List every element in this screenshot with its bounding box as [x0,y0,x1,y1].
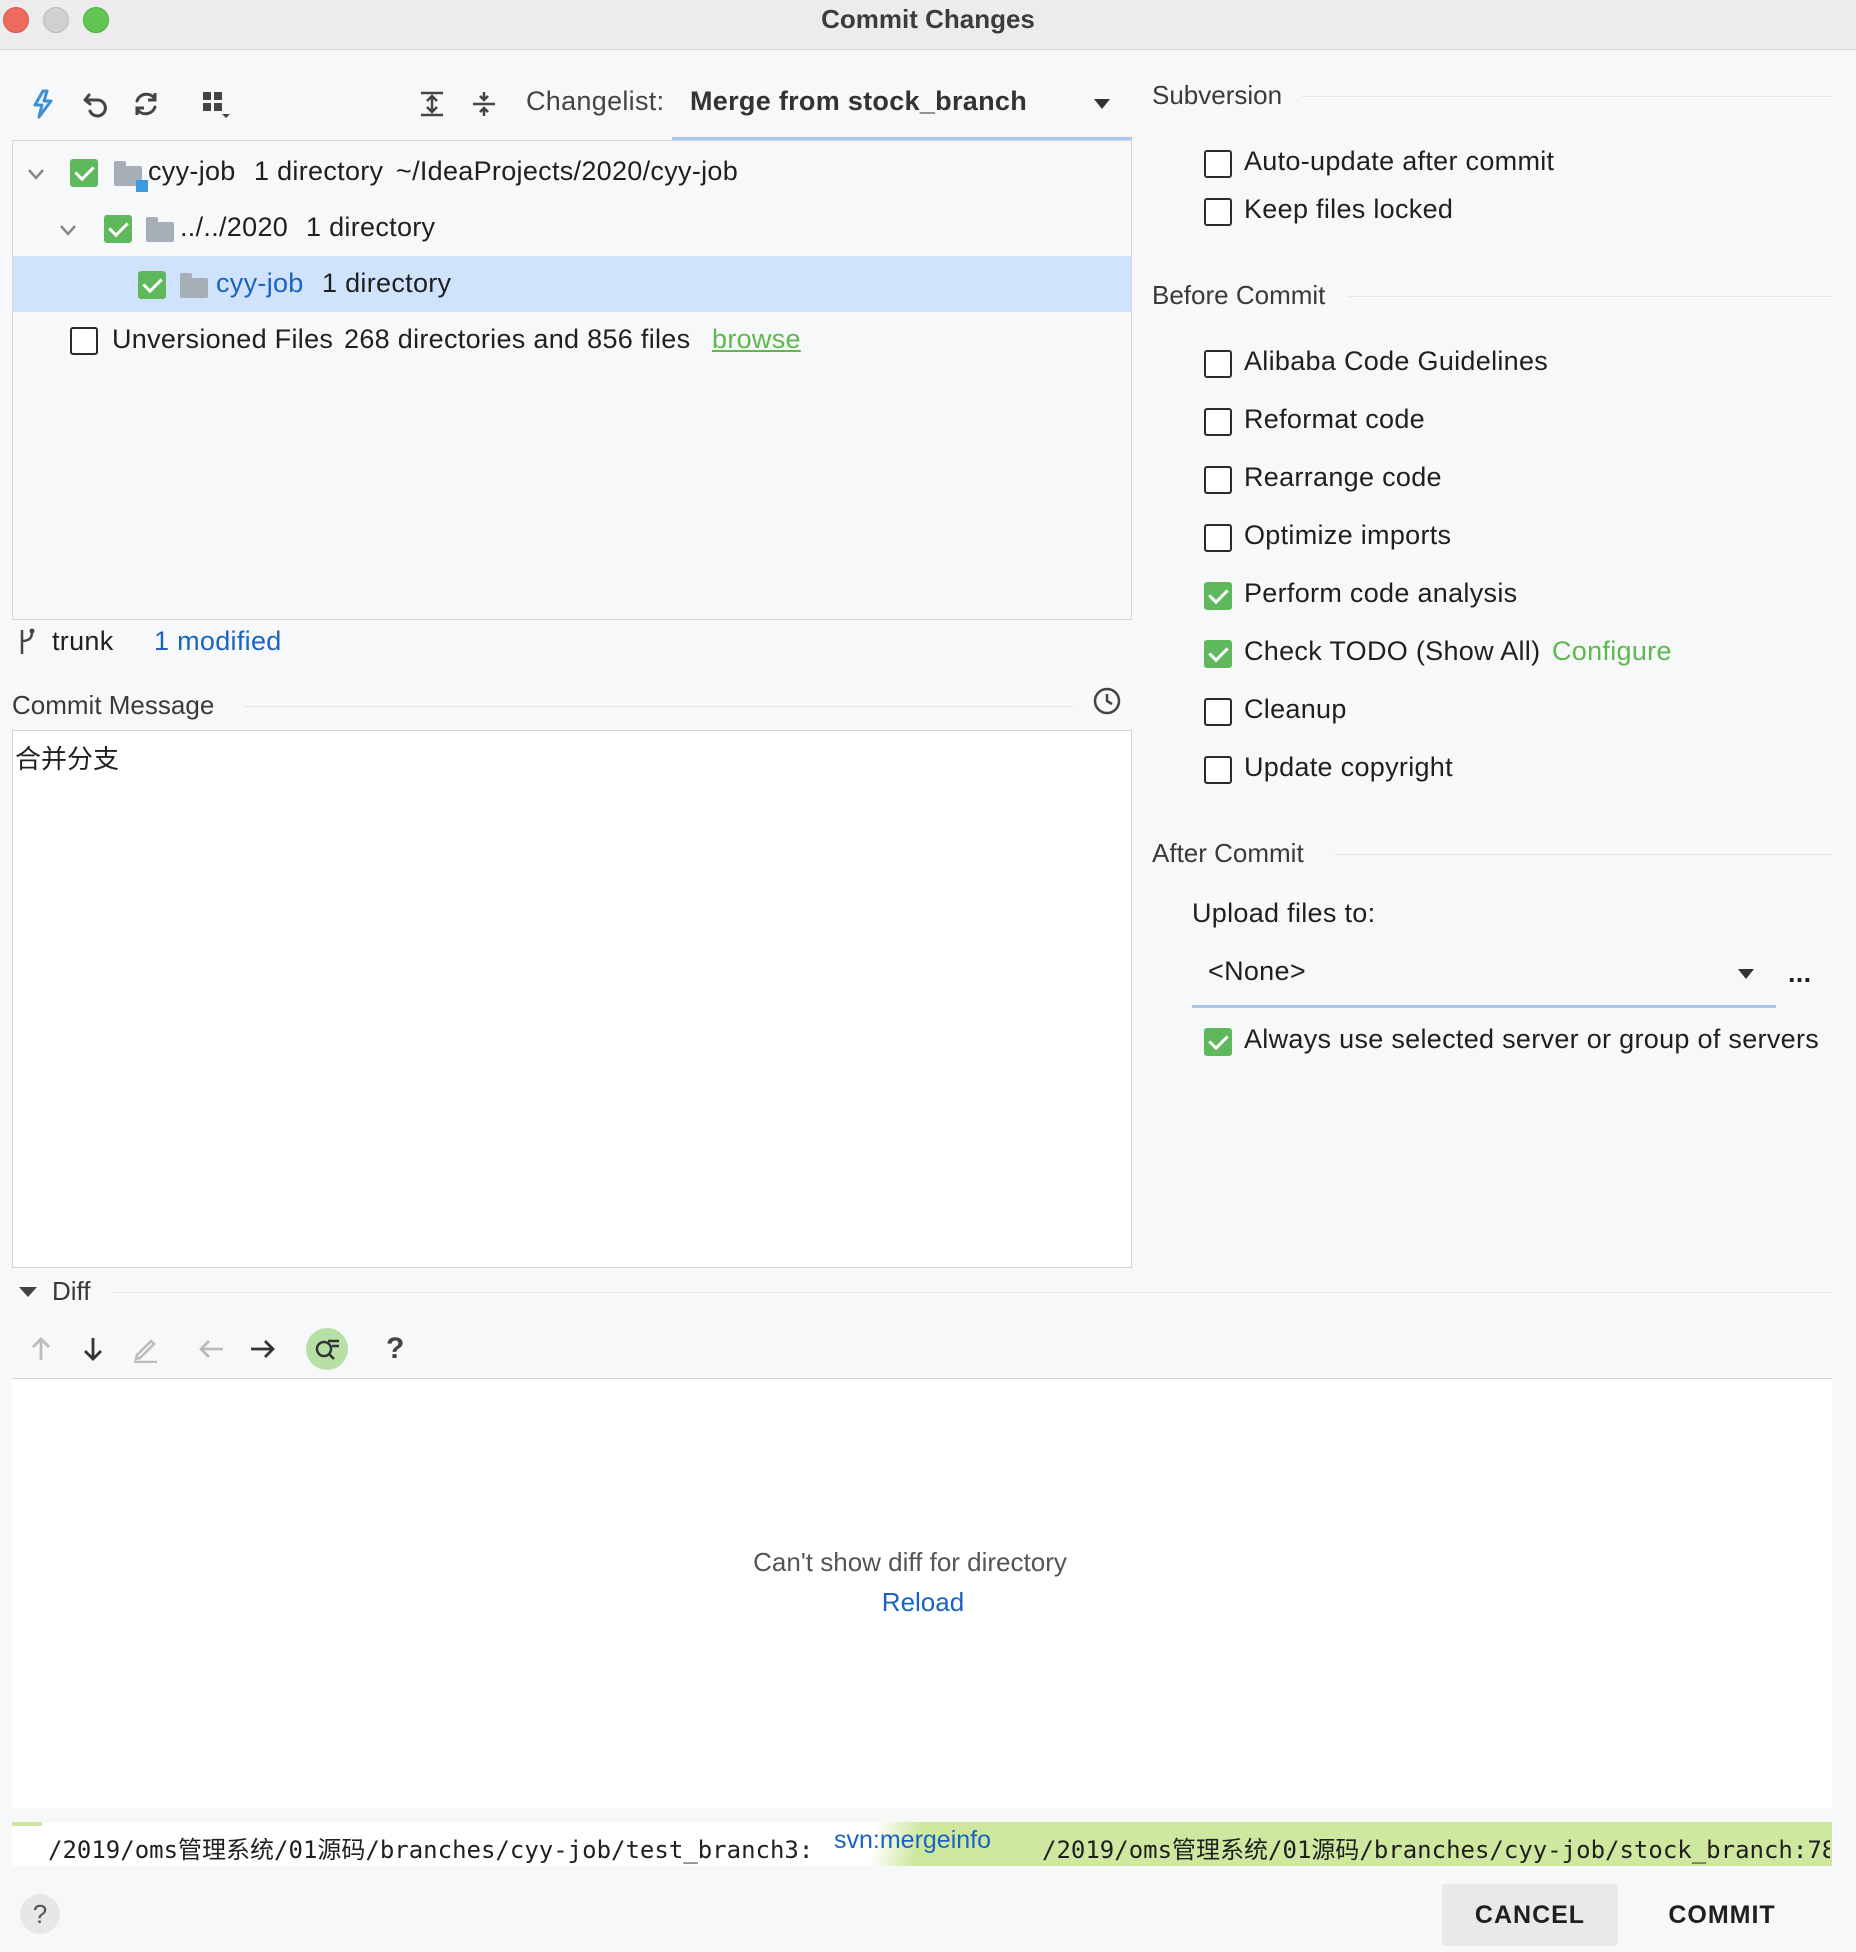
commit-changes-dialog: Commit Changes Changelist: Merge from st… [0,0,1856,1952]
browse-servers-button[interactable]: ... [1788,958,1811,989]
divider [1302,96,1832,97]
cancel-button[interactable]: CANCEL [1442,1884,1618,1946]
commit-message-input[interactable]: 合并分支 [12,730,1132,1268]
update-copyright-checkbox[interactable] [1204,756,1232,784]
alibaba-guidelines-label: Alibaba Code Guidelines [1244,346,1549,376]
chevron-down-icon[interactable] [56,218,80,242]
find-in-diff-icon[interactable] [306,1328,348,1370]
divider [244,706,1074,707]
commit-button[interactable]: COMMIT [1634,1884,1810,1946]
browse-link[interactable]: browse [712,324,801,355]
update-copyright-label: Update copyright [1244,752,1453,782]
chevron-down-icon [1734,964,1758,984]
rearrange-code-label: Rearrange code [1244,462,1442,492]
before-commit-heading: Before Commit [1152,280,1326,310]
always-use-server-label: Always use selected server or group of s… [1244,1024,1820,1054]
help-button[interactable]: ? [20,1894,60,1934]
root-module-count: 1 directory [254,156,384,186]
root-module-path: ~/IdeaProjects/2020/cyy-job [396,156,739,186]
diff-message: Can't show diff for directory [753,1547,1067,1577]
rearrange-code-checkbox[interactable] [1204,466,1232,494]
code-analysis-checkbox[interactable] [1204,582,1232,610]
divider [112,1292,1832,1293]
keep-locked-label: Keep files locked [1244,194,1454,224]
divider [1348,296,1832,297]
auto-update-label: Auto-update after commit [1244,146,1555,176]
diff-heading: Diff [52,1276,91,1306]
check-todo-checkbox[interactable] [1204,640,1232,668]
triangle-down-icon[interactable] [16,1282,40,1302]
branch-name[interactable]: trunk [52,626,114,657]
history-icon[interactable] [1090,684,1124,718]
leaf-folder-count: 1 directory [322,268,452,298]
after-commit-heading: After Commit [1152,838,1304,868]
show-diff-icon[interactable] [22,84,62,124]
reload-link[interactable]: Reload [868,1587,978,1618]
leaf-folder-name[interactable]: cyy-job [216,268,304,299]
mergeinfo-property: svn:mergeinfo [834,1826,992,1854]
diff-viewer: Can't show diff for directory Reload [12,1378,1832,1808]
unversioned-files-checkbox[interactable] [70,327,98,355]
right-mergeinfo-path: /2019/oms管理系统/01源码/branches/cyy-job/stoc… [1042,1836,1830,1864]
rollback-icon[interactable] [76,84,116,124]
upload-target-value: <None> [1208,956,1306,986]
arrow-up-icon[interactable] [24,1332,58,1366]
configure-link[interactable]: Configure [1552,636,1672,667]
diff-left-gutter [12,1822,42,1826]
optimize-imports-checkbox[interactable] [1204,524,1232,552]
child-folder-count: 1 directory [306,212,436,242]
title-bar: Commit Changes [0,0,1856,50]
help-button-label: ? [32,1898,48,1929]
module-folder-icon [114,161,148,192]
arrow-right-icon[interactable] [246,1332,280,1366]
expand-all-icon[interactable] [412,84,452,124]
root-module-name: cyy-job [148,156,236,186]
arrow-down-icon[interactable] [76,1332,110,1366]
optimize-imports-label: Optimize imports [1244,520,1452,550]
subversion-heading: Subversion [1152,80,1283,110]
commit-message-label: Commit Message [12,690,215,720]
reformat-code-label: Reformat code [1244,404,1425,434]
check-todo-label: Check TODO (Show All) [1244,636,1541,666]
collapse-all-icon[interactable] [464,84,504,124]
edit-icon[interactable] [128,1332,162,1366]
branch-icon [14,626,40,658]
code-analysis-label: Perform code analysis [1244,578,1518,608]
cleanup-checkbox[interactable] [1204,698,1232,726]
changelist-label: Changelist: [526,86,665,116]
alibaba-guidelines-checkbox[interactable] [1204,350,1232,378]
folder-icon [180,273,208,298]
unversioned-files-label: Unversioned Files [112,324,334,354]
keep-locked-checkbox[interactable] [1204,198,1232,226]
commit-message-text: 合并分支 [15,745,120,775]
child-folder-name: ../../2020 [180,212,289,242]
cleanup-label: Cleanup [1244,694,1347,724]
folder-icon [146,217,174,242]
modified-count[interactable]: 1 modified [154,626,282,657]
diff-help-button[interactable]: ? [386,1332,405,1366]
child-folder-checkbox[interactable] [104,215,132,243]
chevron-down-icon[interactable] [24,162,48,186]
refresh-icon[interactable] [126,84,166,124]
arrow-left-icon[interactable] [194,1332,228,1366]
changelist-select[interactable]: Merge from stock_branch [672,70,1132,140]
group-by-icon[interactable] [196,84,236,124]
always-use-server-checkbox[interactable] [1204,1028,1232,1056]
changelist-value: Merge from stock_branch [690,86,1027,116]
window-title: Commit Changes [821,4,1035,34]
mergeinfo-bar: /2019/oms管理系统/01源码/branches/cyy-job/test… [12,1822,1832,1866]
upload-files-label: Upload files to: [1192,898,1376,928]
left-mergeinfo-path: /2019/oms管理系统/01源码/branches/cyy-job/test… [48,1836,814,1864]
divider [1334,854,1832,855]
reformat-code-checkbox[interactable] [1204,408,1232,436]
root-module-checkbox[interactable] [70,159,98,187]
chevron-down-icon [1090,94,1114,114]
unversioned-files-count: 268 directories and 856 files [344,324,691,354]
leaf-folder-checkbox[interactable] [138,271,166,299]
auto-update-checkbox[interactable] [1204,150,1232,178]
upload-target-select[interactable]: <None> [1192,942,1776,1008]
